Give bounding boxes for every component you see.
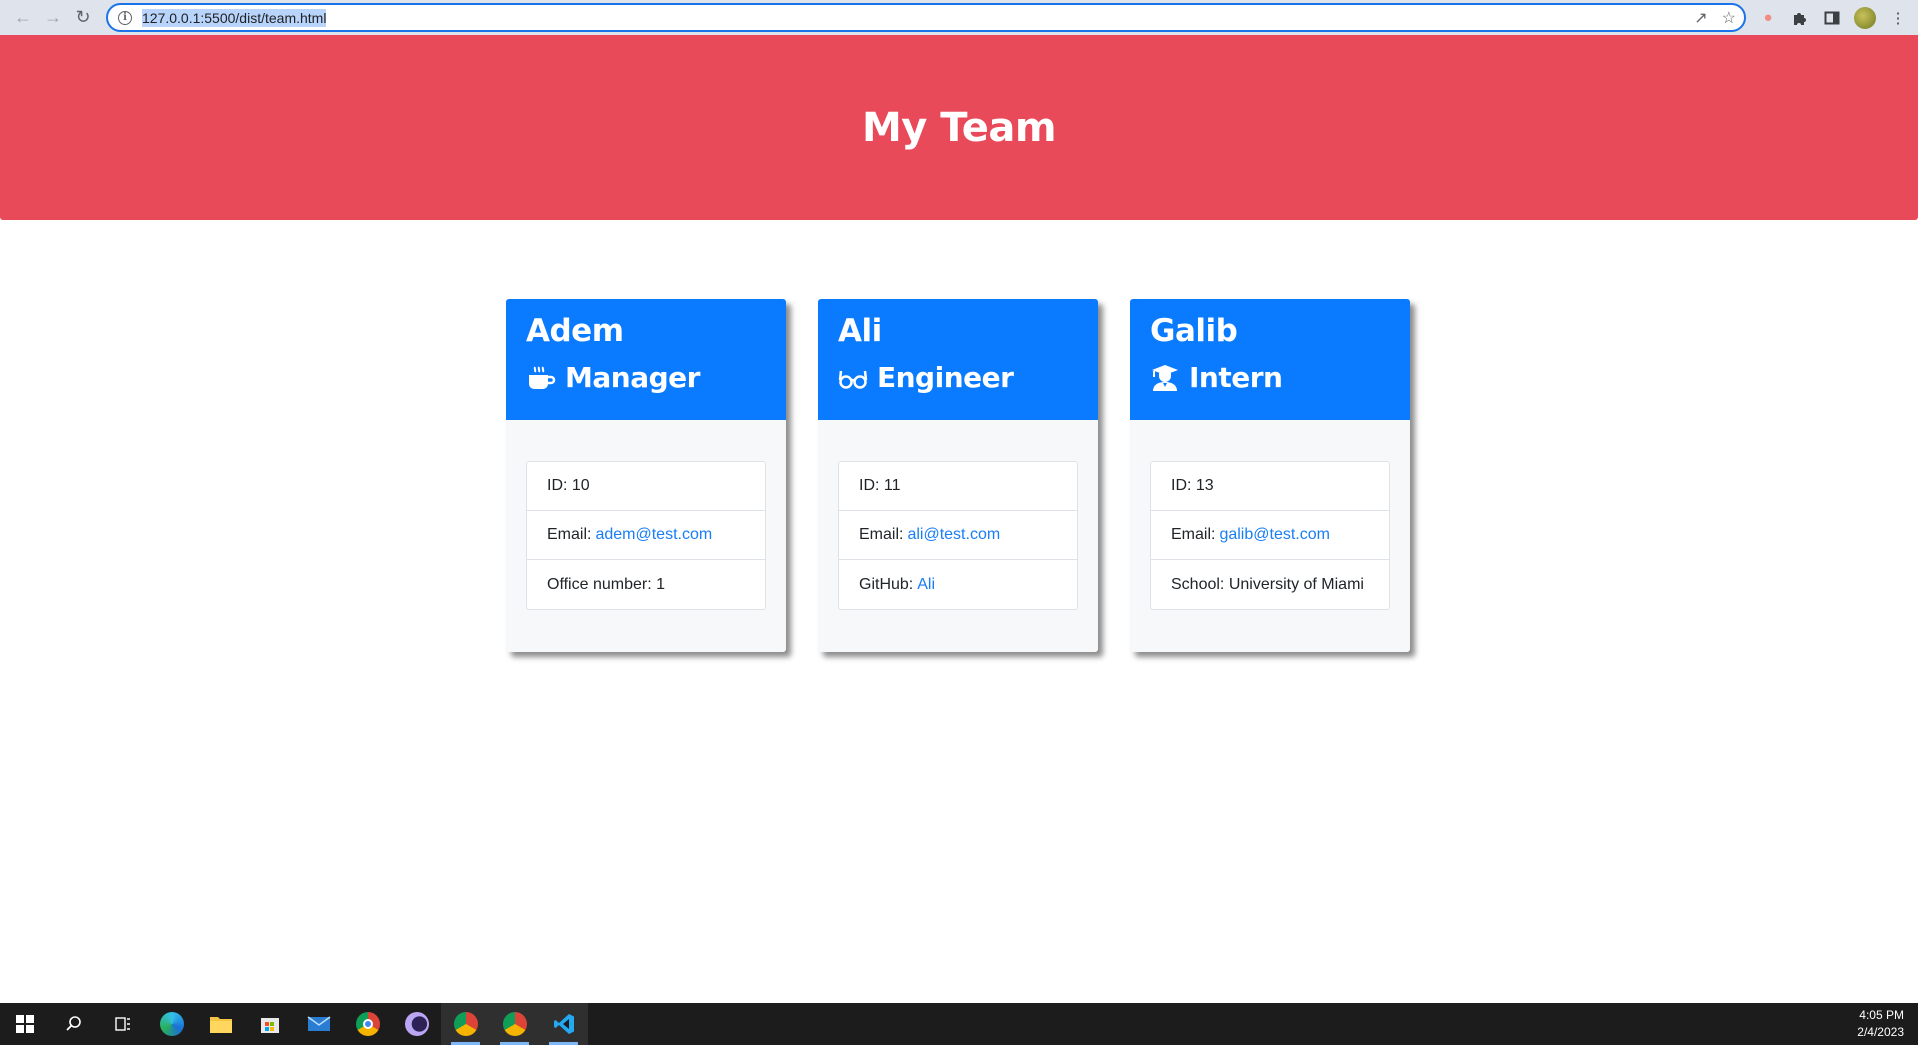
- card-header: Galib Intern: [1130, 299, 1410, 420]
- school-label: School:: [1171, 575, 1225, 593]
- chrome-icon[interactable]: [343, 1003, 392, 1045]
- card-header: Ali Engineer: [818, 299, 1098, 420]
- url-text[interactable]: 127.0.0.1:5500/dist/team.html: [142, 8, 327, 27]
- id-label: ID:: [1171, 477, 1192, 494]
- taskbar: 4:05 PM 2/4/2023: [0, 1003, 1918, 1045]
- id-value: 13: [1195, 477, 1214, 494]
- chrome-profile-icon[interactable]: [441, 1003, 490, 1045]
- details-list: ID: 13 Email: galib@test.com School: Uni…: [1150, 461, 1390, 610]
- search-icon[interactable]: [49, 1003, 98, 1045]
- coffee-icon: [526, 363, 556, 393]
- id-label: ID:: [547, 477, 568, 494]
- edge-browser-icon[interactable]: [147, 1003, 196, 1045]
- employee-card: Galib Intern ID: 13 Email: galib@test.co…: [1130, 299, 1410, 652]
- github-link[interactable]: Ali: [917, 576, 935, 594]
- card-body: ID: 13 Email: galib@test.com School: Uni…: [1130, 420, 1410, 651]
- system-clock[interactable]: 4:05 PM 2/4/2023: [1857, 1007, 1904, 1041]
- list-item-email: Email: galib@test.com: [1151, 511, 1389, 560]
- forward-arrow-icon[interactable]: →: [38, 3, 68, 33]
- list-item-school: School: University of Miami: [1151, 560, 1389, 609]
- employee-role: Manager: [526, 361, 766, 394]
- role-label: Intern: [1189, 361, 1283, 394]
- share-icon[interactable]: ↗: [1694, 8, 1707, 28]
- vscode-icon[interactable]: [539, 1003, 588, 1045]
- eclipse-icon[interactable]: [392, 1003, 441, 1045]
- employee-role: Intern: [1150, 361, 1390, 394]
- page-content: My Team Adem Manager ID: 10 Email: adem@…: [0, 35, 1918, 1003]
- store-icon[interactable]: [245, 1003, 294, 1045]
- email-label: Email:: [547, 526, 592, 543]
- list-item-github: GitHub: Ali: [839, 560, 1077, 609]
- back-arrow-icon[interactable]: ←: [8, 3, 38, 33]
- employee-role: Engineer: [838, 361, 1078, 394]
- employee-card: Ali Engineer ID: 11 Email: ali@test.com …: [818, 299, 1098, 652]
- employee-name: Galib: [1150, 313, 1238, 349]
- list-item-email: Email: adem@test.com: [527, 511, 765, 560]
- windows-start-icon[interactable]: [0, 1003, 49, 1045]
- employee-name: Adem: [526, 313, 624, 349]
- address-bar[interactable]: i 127.0.0.1:5500/dist/team.html ↗ ☆: [106, 3, 1746, 32]
- list-item-email: Email: ali@test.com: [839, 511, 1077, 560]
- site-info-icon[interactable]: i: [118, 10, 132, 25]
- email-link[interactable]: ali@test.com: [907, 526, 1000, 544]
- list-item-id: ID: 11: [839, 462, 1077, 511]
- menu-kebab-icon[interactable]: ⋮: [1888, 8, 1908, 28]
- side-panel-icon[interactable]: [1822, 8, 1842, 28]
- page-title: My Team: [861, 104, 1057, 151]
- details-list: ID: 10 Email: adem@test.com Office numbe…: [526, 461, 766, 610]
- office-value: 1: [656, 575, 665, 593]
- id-value: 10: [571, 477, 590, 494]
- list-item-id: ID: 10: [527, 462, 765, 511]
- clock-date: 2/4/2023: [1857, 1025, 1904, 1039]
- profile-avatar[interactable]: [1854, 6, 1876, 29]
- glasses-icon: [838, 363, 868, 393]
- email-link[interactable]: galib@test.com: [1219, 526, 1330, 544]
- browser-toolbar: ← → ↻ i 127.0.0.1:5500/dist/team.html ↗ …: [0, 0, 1918, 35]
- email-link[interactable]: adem@test.com: [595, 526, 712, 544]
- card-body: ID: 11 Email: ali@test.com GitHub: Ali: [818, 420, 1098, 651]
- office-label: Office number:: [547, 575, 652, 593]
- details-list: ID: 11 Email: ali@test.com GitHub: Ali: [838, 461, 1078, 610]
- id-label: ID:: [859, 477, 880, 494]
- id-value: 11: [883, 477, 901, 494]
- clock-time: 4:05 PM: [1859, 1008, 1904, 1022]
- list-item-id: ID: 13: [1151, 462, 1389, 511]
- extension-record-icon[interactable]: ●: [1758, 8, 1778, 28]
- team-cards: Adem Manager ID: 10 Email: adem@test.com…: [506, 299, 1410, 652]
- extensions-puzzle-icon[interactable]: [1790, 8, 1810, 28]
- email-label: Email:: [1171, 526, 1216, 543]
- task-view-icon[interactable]: [98, 1003, 147, 1045]
- file-explorer-icon[interactable]: [196, 1003, 245, 1045]
- header-banner: My Team: [0, 35, 1918, 220]
- employee-name: Ali: [838, 313, 882, 349]
- bookmark-star-icon[interactable]: ☆: [1722, 8, 1736, 28]
- role-label: Manager: [565, 361, 700, 394]
- list-item-office: Office number: 1: [527, 560, 765, 609]
- card-header: Adem Manager: [506, 299, 786, 420]
- chrome-active-icon[interactable]: [490, 1003, 539, 1045]
- card-body: ID: 10 Email: adem@test.com Office numbe…: [506, 420, 786, 651]
- github-label: GitHub:: [859, 575, 914, 593]
- email-label: Email:: [859, 526, 904, 543]
- employee-card: Adem Manager ID: 10 Email: adem@test.com…: [506, 299, 786, 652]
- graduate-icon: [1150, 363, 1180, 393]
- mail-icon[interactable]: [294, 1003, 343, 1045]
- school-value: University of Miami: [1228, 575, 1364, 593]
- role-label: Engineer: [877, 361, 1014, 394]
- reload-icon[interactable]: ↻: [68, 3, 98, 33]
